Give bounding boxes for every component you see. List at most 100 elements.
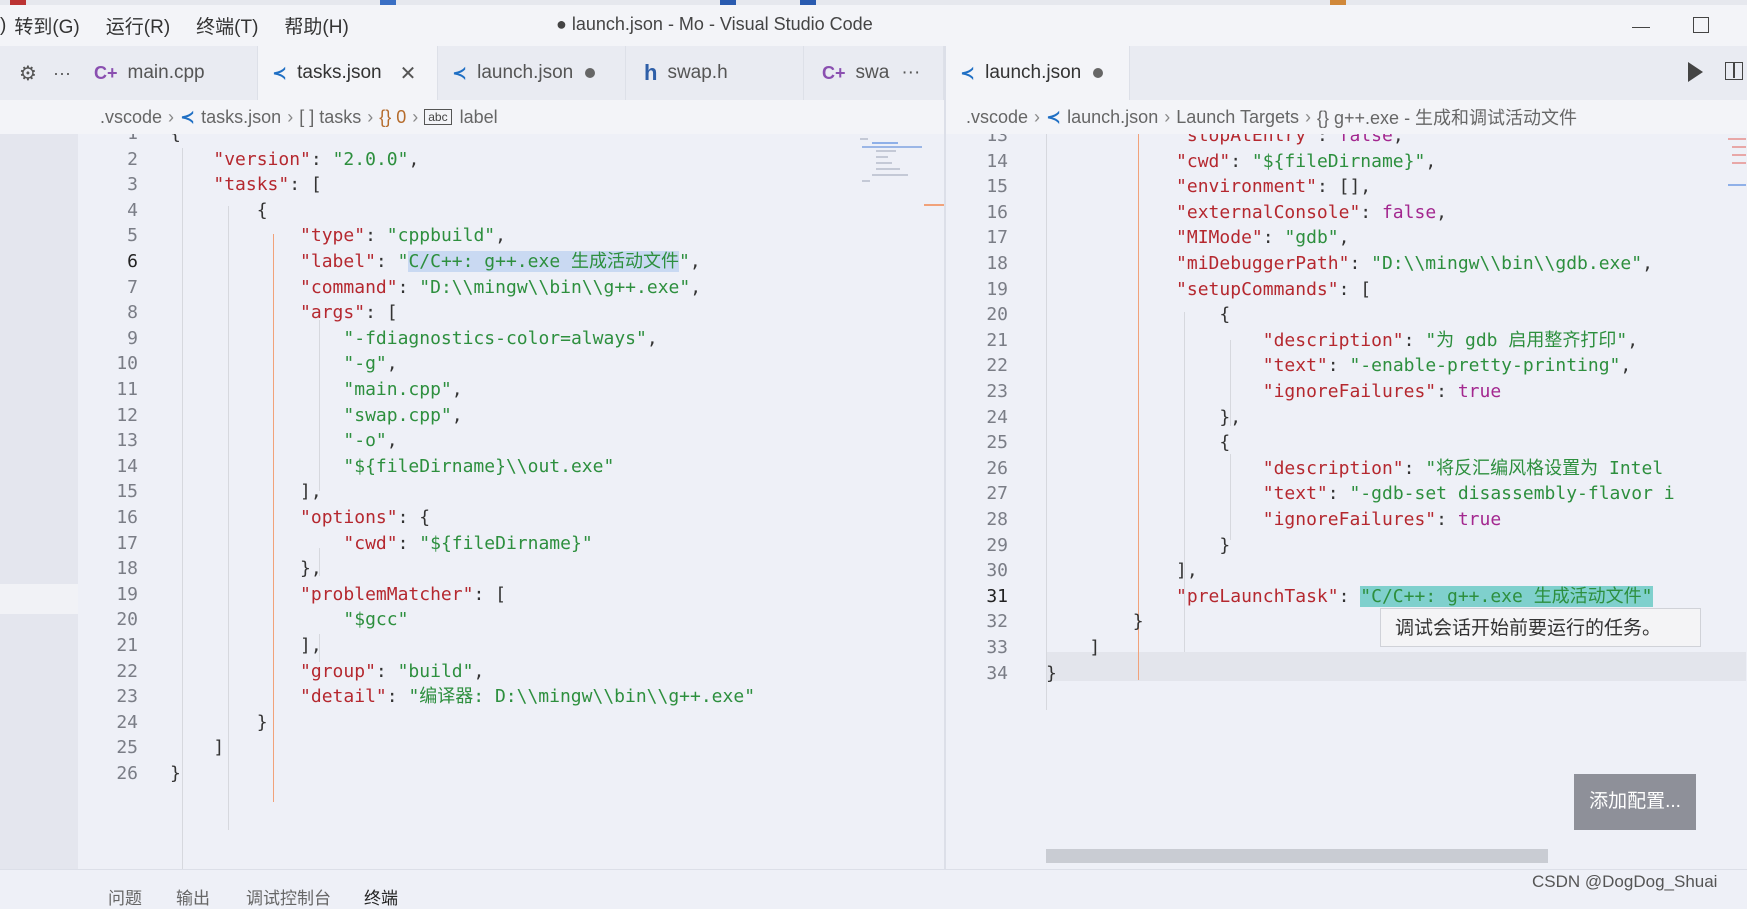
minimize-icon[interactable] xyxy=(1632,27,1650,28)
code-line[interactable]: 28 "ignoreFailures": true xyxy=(946,506,1747,535)
menu-run[interactable]: 运行(R) xyxy=(106,12,170,39)
code-text: "setupCommands": [ xyxy=(1176,278,1372,300)
line-number: 11 xyxy=(116,379,138,400)
menu-help[interactable]: 帮助(H) xyxy=(284,12,348,39)
code-line[interactable]: 15 ], xyxy=(0,478,944,507)
code-line[interactable]: 25 ] xyxy=(0,734,944,763)
menu-overflow: ) xyxy=(0,14,7,36)
code-line[interactable]: 8 "args": [ xyxy=(0,299,944,328)
breadcrumb-item[interactable]: {} 0 xyxy=(379,107,406,128)
run-icon[interactable] xyxy=(1688,62,1703,82)
minimap[interactable] xyxy=(858,134,922,194)
breadcrumb-item[interactable]: tasks.json xyxy=(201,107,281,128)
code-line[interactable]: 14 "${fileDirname}\\out.exe" xyxy=(0,453,944,482)
code-line[interactable]: 20 { xyxy=(946,301,1747,330)
code-line[interactable]: 18 }, xyxy=(0,555,944,584)
unsaved-dot-icon[interactable] xyxy=(585,68,596,78)
menu-goto[interactable]: 转到(G) xyxy=(14,12,79,39)
code-line[interactable]: 27 "text": "-gdb-set disassembly-flavor … xyxy=(946,480,1747,509)
code-line[interactable]: 4 { xyxy=(0,197,944,226)
panel-tab-terminal[interactable]: 终端 xyxy=(364,884,398,909)
code-line[interactable]: 11 "main.cpp", xyxy=(0,376,944,405)
tab-launch-json[interactable]: ≺ launch.json xyxy=(438,46,626,100)
code-line[interactable]: 26} xyxy=(0,760,944,789)
code-line[interactable]: 12 "swap.cpp", xyxy=(0,402,944,431)
breadcrumb-item[interactable]: [ ] tasks xyxy=(299,107,361,128)
code-line[interactable]: 17 "MIMode": "gdb", xyxy=(946,224,1747,253)
code-line[interactable]: 24 } xyxy=(0,709,944,738)
panel-tab-debug-console[interactable]: 调试控制台 xyxy=(246,884,331,909)
code-text: { xyxy=(170,199,268,221)
right-editor[interactable]: 13 "stopAtEntry": false, 14 "cwd": "${fil… xyxy=(946,134,1747,869)
code-line[interactable]: 22 "text": "-enable-pretty-printing", xyxy=(946,352,1747,381)
horizontal-scrollbar[interactable] xyxy=(1046,849,1548,863)
code-line[interactable]: 18 "miDebuggerPath": "D:\\mingw\\bin\\gd… xyxy=(946,250,1747,279)
code-line[interactable]: 21 "description": "为 gdb 启用整齐打印", xyxy=(946,327,1747,356)
code-line[interactable]: 19 "setupCommands": [ xyxy=(946,276,1747,305)
line-number: 17 xyxy=(986,227,1008,249)
more-actions-icon[interactable]: ··· xyxy=(53,63,71,84)
code-line[interactable]: 25 { xyxy=(946,429,1747,458)
gear-icon[interactable]: ⚙ xyxy=(19,61,37,86)
tab-tasks-json[interactable]: ≺ tasks.json ✕ xyxy=(258,46,438,100)
breadcrumb-item[interactable]: launch.json xyxy=(1067,107,1158,128)
line-number: 22 xyxy=(986,355,1008,377)
code-line[interactable]: 23 "ignoreFailures": true xyxy=(946,378,1747,407)
line-number: 17 xyxy=(116,532,138,554)
breadcrumb-item[interactable]: {} g++.exe - 生成和调试活动文件 xyxy=(1317,104,1577,130)
code-line[interactable]: 29 } xyxy=(946,532,1747,561)
breadcrumb-item[interactable]: .vscode xyxy=(100,107,162,128)
code-text: "options": { xyxy=(300,507,431,528)
code-line[interactable]: 19 "problemMatcher": [ xyxy=(0,581,944,610)
code-line[interactable]: 3 "tasks": [ xyxy=(0,171,944,200)
tab-main-cpp[interactable]: C+ main.cpp xyxy=(90,46,258,100)
add-configuration-button[interactable]: 添加配置... xyxy=(1574,774,1696,830)
code-text: "args": [ xyxy=(300,302,398,324)
code-line[interactable]: 13 "-o", xyxy=(0,427,944,456)
tab-launch-json-right[interactable]: ≺ launch.json xyxy=(946,46,1130,100)
vscode-json-icon: ≺ xyxy=(1046,106,1062,127)
code-line[interactable]: 10 "-g", xyxy=(0,350,944,379)
code-line[interactable]: 7 "command": "D:\\mingw\\bin\\g++.exe", xyxy=(0,274,944,303)
line-number: 21 xyxy=(116,635,138,656)
breadcrumb-item[interactable]: label xyxy=(460,107,498,128)
code-line[interactable]: 23 "detail": "编译器: D:\\mingw\\bin\\g++.e… xyxy=(0,683,944,712)
line-number: 9 xyxy=(127,327,138,349)
code-line[interactable]: 9 "-fdiagnostics-color=always", xyxy=(0,325,944,354)
tab-swap-cpp[interactable]: C+ swa ··· xyxy=(804,46,944,100)
close-icon[interactable]: ✕ xyxy=(400,61,417,86)
unsaved-dot-icon[interactable] xyxy=(1093,68,1104,78)
code-line[interactable]: 6 "label": "C/C++: g++.exe 生成活动文件", xyxy=(0,248,944,277)
line-number: 29 xyxy=(986,534,1008,556)
code-line[interactable]: 14 "cwd": "${fileDirname}", xyxy=(946,148,1747,177)
code-line[interactable]: 26 "description": "将反汇编风格设置为 Intel xyxy=(946,455,1747,484)
code-line[interactable]: 15 "environment": [], xyxy=(946,173,1747,202)
line-number: 20 xyxy=(986,304,1008,326)
breadcrumb-item[interactable]: .vscode xyxy=(966,107,1028,128)
code-text: "environment": [], xyxy=(1176,176,1372,198)
tab-swap-h[interactable]: h swap.h xyxy=(626,46,804,100)
left-editor[interactable]: 1{2 "version": "2.0.0",3 "tasks": [4 {5 … xyxy=(0,134,944,869)
line-number: 12 xyxy=(116,404,138,426)
code-line[interactable]: 24 }, xyxy=(946,404,1747,433)
line-number: 13 xyxy=(116,430,138,452)
code-line[interactable]: 16 "externalConsole": false, xyxy=(946,199,1747,228)
code-line[interactable]: 34} xyxy=(946,660,1747,689)
code-line[interactable]: 2 "version": "2.0.0", xyxy=(0,146,944,175)
minimap[interactable] xyxy=(1726,134,1747,194)
line-number: 2 xyxy=(127,148,138,170)
panel-tab-output[interactable]: 输出 xyxy=(176,884,210,909)
code-line[interactable]: 22 "group": "build", xyxy=(0,658,944,687)
more-actions-icon[interactable]: ··· xyxy=(901,62,920,84)
code-line[interactable]: 17 "cwd": "${fileDirname}" xyxy=(0,530,944,559)
code-line[interactable]: 16 "options": { xyxy=(0,504,944,533)
maximize-icon[interactable] xyxy=(1693,17,1709,33)
menu-terminal[interactable]: 终端(T) xyxy=(196,12,258,39)
code-line[interactable]: 5 "type": "cppbuild", xyxy=(0,222,944,251)
breadcrumb-item[interactable]: Launch Targets xyxy=(1176,107,1299,128)
panel-tab-problems[interactable]: 问题 xyxy=(108,884,142,909)
code-line[interactable]: 20 "$gcc" xyxy=(0,606,944,635)
code-line[interactable]: 21 ], xyxy=(0,632,944,661)
code-line[interactable]: 30 ], xyxy=(946,557,1747,586)
split-editor-icon[interactable] xyxy=(1725,62,1743,80)
